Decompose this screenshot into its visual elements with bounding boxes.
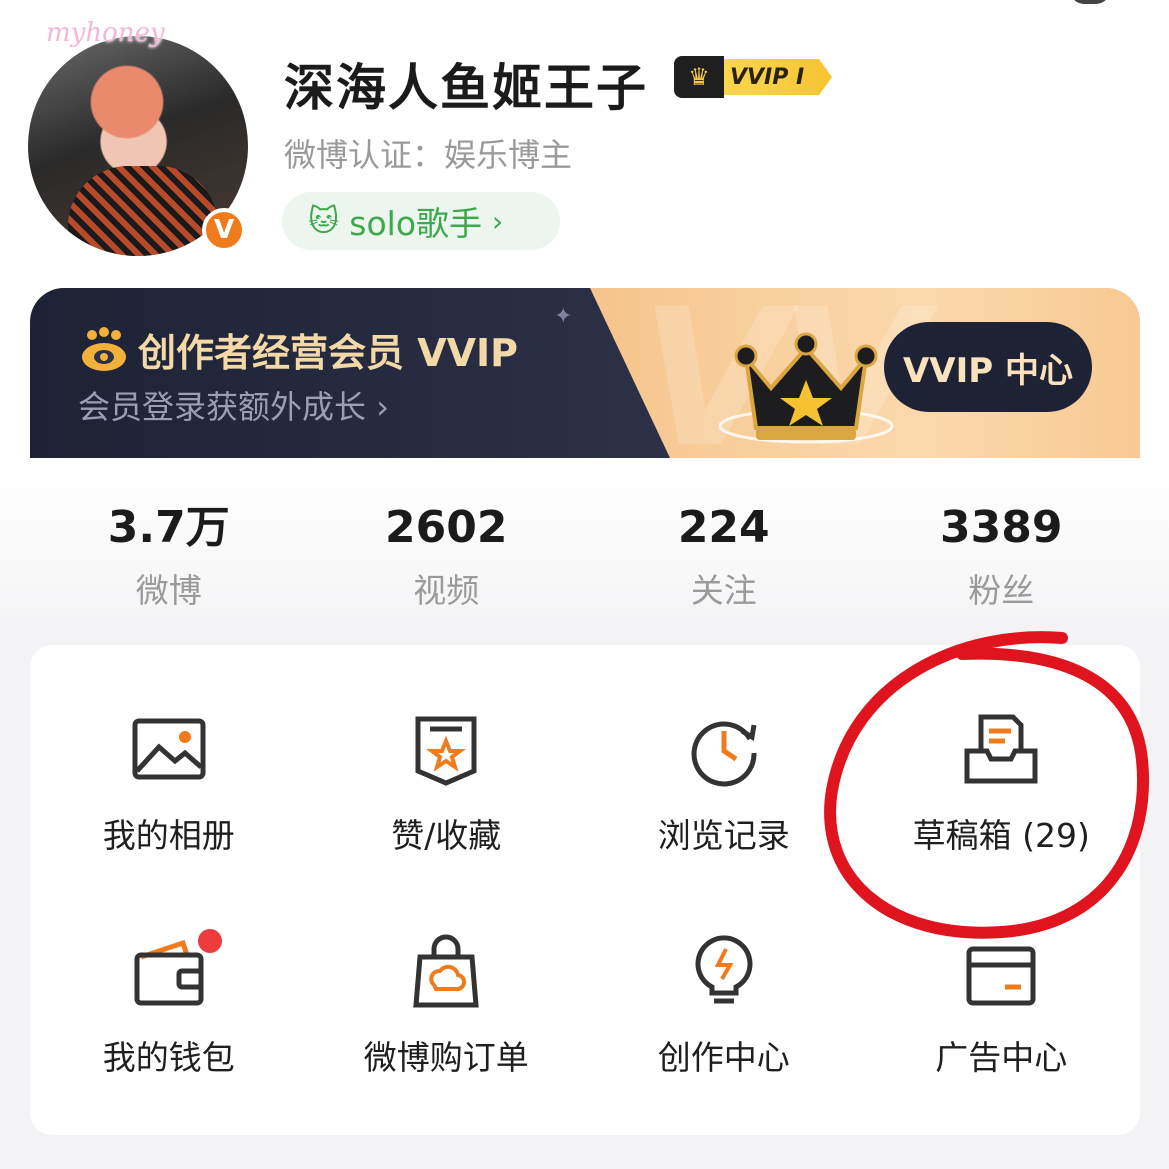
stat-label: 视频 bbox=[413, 571, 480, 610]
drafts-tray-icon bbox=[961, 709, 1041, 789]
vvip-center-button[interactable]: VVIP 中心 bbox=[884, 322, 1092, 412]
grid-item-label: 草稿箱 (29) bbox=[912, 816, 1090, 855]
banner-title-text: 创作者经营会员 VVIP bbox=[138, 331, 519, 375]
shopping-bag-icon bbox=[406, 931, 486, 1011]
grid-item-label: 我的钱包 bbox=[102, 1038, 235, 1077]
grid-item-wallet[interactable]: 我的钱包 bbox=[30, 897, 308, 1127]
stat-weibo[interactable]: 3.7万 微博 bbox=[30, 500, 308, 610]
stat-value: 3.7万 bbox=[107, 502, 230, 553]
grid-item-label: 创作中心 bbox=[657, 1038, 790, 1077]
profile-tag-label: solo歌手 bbox=[349, 204, 483, 243]
stats-row: 3.7万 微博 2602 视频 224 关注 3389 粉丝 bbox=[30, 500, 1140, 610]
crown-icon: ♛ bbox=[674, 56, 724, 98]
stat-fans[interactable]: 3389 粉丝 bbox=[863, 500, 1141, 610]
stat-label: 粉丝 bbox=[968, 571, 1035, 610]
banner-subtitle-text: 会员登录获额外成长 bbox=[78, 388, 367, 426]
cat-icon: 🐱 bbox=[308, 203, 340, 239]
grid-item-label: 我的相册 bbox=[102, 816, 235, 855]
stat-label: 关注 bbox=[690, 571, 757, 610]
grid-item-drafts[interactable]: 草稿箱 (29) bbox=[863, 675, 1141, 897]
certification-text: 微博认证：娱乐博主 bbox=[284, 136, 573, 174]
banner-title: 创作者经营会员 VVIP bbox=[78, 322, 518, 377]
photo-album-icon bbox=[129, 709, 209, 789]
weibo-eye-crown-icon bbox=[82, 326, 126, 371]
profile-name: 深海人鱼姬王子 bbox=[284, 59, 648, 117]
vvip-level-badge[interactable]: ♛ VVIP I bbox=[674, 56, 832, 98]
function-grid-card: 我的相册 赞/收藏 浏览记录 草稿箱 (29) 我的钱包 微博购订单 创作中心 … bbox=[30, 645, 1140, 1135]
grid-item-photo-album[interactable]: 我的相册 bbox=[30, 675, 308, 897]
grid-item-creator-center[interactable]: 创作中心 bbox=[585, 897, 863, 1127]
grid-item-weibo-orders[interactable]: 微博购订单 bbox=[308, 897, 586, 1127]
avatar-shirt-decoration bbox=[68, 166, 218, 256]
notification-dot bbox=[198, 929, 222, 953]
avatar[interactable]: myhoney V bbox=[28, 18, 248, 256]
vvip-level-label: VVIP I bbox=[724, 59, 832, 95]
stat-label: 微博 bbox=[135, 571, 202, 610]
wallet-icon bbox=[129, 931, 209, 1011]
stat-videos[interactable]: 2602 视频 bbox=[308, 500, 586, 610]
banner-subtitle[interactable]: 会员登录获额外成长 › bbox=[78, 382, 389, 428]
chevron-right-icon: › bbox=[492, 204, 504, 238]
favorite-star-icon bbox=[406, 709, 486, 789]
top-edge-indicator bbox=[1070, 0, 1110, 4]
verified-badge-icon: V bbox=[202, 208, 246, 252]
grid-item-label: 赞/收藏 bbox=[391, 816, 502, 855]
stat-value: 2602 bbox=[385, 502, 508, 553]
lightbulb-icon bbox=[684, 931, 764, 1011]
crown-icon bbox=[718, 332, 894, 444]
vvip-banner[interactable]: VV 创作者经营会员 VVIP 会员登录获额外成长 › ✦ VVIP 中心 bbox=[30, 288, 1140, 458]
grid-item-label: 浏览记录 bbox=[657, 816, 790, 855]
grid-item-likes-favorites[interactable]: 赞/收藏 bbox=[308, 675, 586, 897]
grid-item-label: 广告中心 bbox=[935, 1038, 1068, 1077]
grid-item-label: 微博购订单 bbox=[363, 1038, 529, 1077]
avatar-watermark: myhoney bbox=[46, 18, 165, 48]
grid-item-browse-history[interactable]: 浏览记录 bbox=[585, 675, 863, 897]
stat-value: 3389 bbox=[940, 502, 1063, 553]
stat-value: 224 bbox=[677, 502, 770, 553]
profile-tag-pill[interactable]: 🐱 solo歌手 › bbox=[282, 192, 560, 250]
ad-card-icon bbox=[961, 931, 1041, 1011]
history-clock-icon bbox=[684, 709, 764, 789]
stat-following[interactable]: 224 关注 bbox=[585, 500, 863, 610]
sparkle-icon: ✦ bbox=[554, 304, 573, 329]
grid-item-ad-center[interactable]: 广告中心 bbox=[863, 897, 1141, 1127]
chevron-right-icon: › bbox=[376, 388, 389, 426]
